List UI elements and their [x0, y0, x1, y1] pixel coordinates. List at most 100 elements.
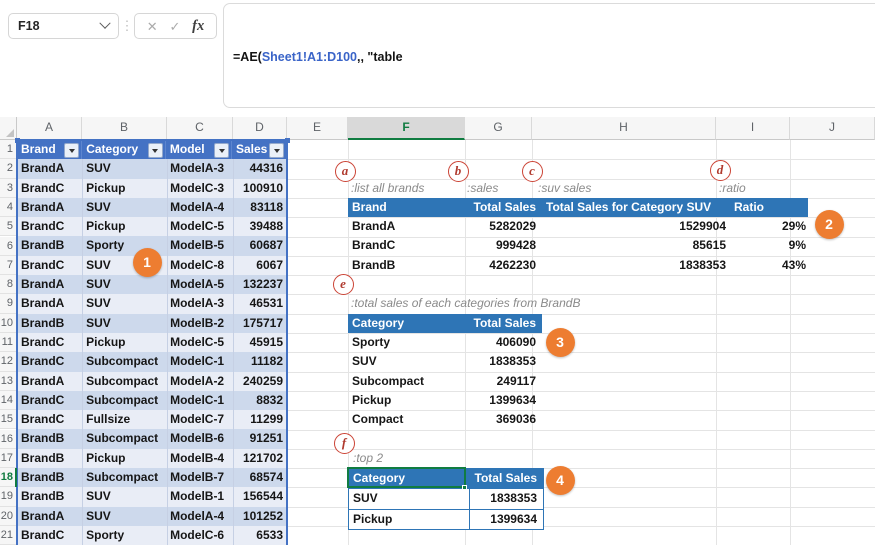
annotation-step-2: 2 [815, 210, 844, 239]
active-row-indicator [15, 468, 17, 487]
drag-dots-icon: ⋮ [121, 18, 134, 34]
formula-input[interactable]: =AE(Sheet1!A1:D100,, "table | where [Bra… [223, 3, 875, 108]
column-header-G[interactable]: G [465, 117, 532, 140]
column-header-label[interactable]: Ratio [730, 198, 808, 217]
cell[interactable]: 1399634 [469, 391, 542, 410]
cell[interactable]: 29% [732, 217, 812, 236]
row-header-4[interactable]: 4 [0, 198, 17, 217]
column-header-label[interactable]: Total Sales [469, 314, 542, 333]
row-header-8[interactable]: 8 [0, 275, 17, 294]
name-box-value: F18 [18, 19, 40, 33]
row-header-14[interactable]: 14 [0, 391, 17, 410]
cell[interactable]: Compact [348, 410, 469, 429]
column-header-A[interactable]: A [17, 117, 82, 140]
row-header-13[interactable]: 13 [0, 372, 17, 391]
cell[interactable]: Pickup [349, 510, 470, 529]
cell[interactable]: SUV [348, 352, 469, 371]
column-header-label[interactable]: Total Sales [470, 469, 543, 488]
category-summary-table: CategoryTotal SalesSporty406090SUV183835… [348, 314, 542, 430]
range-handle-top-right [285, 138, 290, 143]
annotation-letter-f: f [334, 433, 355, 454]
column-header-I[interactable]: I [716, 117, 790, 140]
cell[interactable]: 85615 [542, 236, 732, 255]
row-header-9[interactable]: 9 [0, 294, 17, 313]
cell[interactable]: 9% [732, 236, 812, 255]
cell[interactable]: 5282029 [469, 217, 542, 236]
row-header-17[interactable]: 17 [0, 449, 17, 468]
formula-buttons: ✕ ✓ fx [134, 13, 217, 39]
excel-window: F18 ⋮ ✕ ✓ fx =AE(Sheet1!A1:D100,, "table… [0, 0, 875, 545]
table-row[interactable]: Compact369036 [348, 410, 542, 429]
cell[interactable]: 43% [732, 256, 812, 275]
table-row[interactable]: Subcompact249117 [348, 372, 542, 391]
table-row[interactable]: BrandA5282029152990429% [348, 217, 812, 236]
cell[interactable]: BrandC [348, 236, 469, 255]
column-header-J[interactable]: J [790, 117, 875, 140]
cell[interactable]: Pickup [348, 391, 469, 410]
cell[interactable]: 4262230 [469, 256, 542, 275]
column-header-E[interactable]: E [287, 117, 348, 140]
table-row[interactable]: BrandC999428856159% [348, 236, 812, 255]
cell[interactable]: 1399634 [470, 510, 543, 529]
prompt-note: :list all brands [351, 179, 424, 198]
column-header-H[interactable]: H [532, 117, 716, 140]
cell[interactable]: Sporty [348, 333, 469, 352]
cell[interactable]: 1838353 [470, 489, 543, 508]
row-header-6[interactable]: 6 [0, 237, 17, 256]
cell[interactable]: 1529904 [542, 217, 732, 236]
column-header-C[interactable]: C [167, 117, 233, 140]
column-header-B[interactable]: B [82, 117, 167, 140]
table-row[interactable]: SUV1838353 [348, 352, 542, 371]
row-header-11[interactable]: 11 [0, 333, 17, 352]
row-header-16[interactable]: 16 [0, 430, 17, 449]
cancel-icon[interactable]: ✕ [147, 20, 158, 33]
table-row[interactable]: Pickup1399634 [349, 509, 543, 529]
row-header-21[interactable]: 21 [0, 526, 17, 545]
cell[interactable]: 999428 [469, 236, 542, 255]
column-header-D[interactable]: D [233, 117, 287, 140]
column-header-label[interactable]: Total Sales for Category SUV [542, 198, 730, 217]
column-header-label[interactable]: Category [348, 314, 469, 333]
formula-bar-splitter[interactable]: ⋮ [121, 13, 133, 39]
row-header-10[interactable]: 10 [0, 314, 17, 333]
insert-function-icon[interactable]: fx [192, 18, 204, 35]
prompt-note: :sales [467, 179, 498, 198]
table-row[interactable]: SUV1838353 [349, 488, 543, 508]
cell[interactable]: 1838353 [542, 256, 732, 275]
table-row[interactable]: Sporty406090 [348, 333, 542, 352]
prompt-note: :top 2 [353, 449, 383, 468]
select-all-triangle-icon [6, 129, 14, 137]
cell[interactable]: 1838353 [469, 352, 542, 371]
range-handle-top-left [15, 138, 20, 143]
range-highlight-border [16, 139, 288, 545]
fill-handle[interactable] [462, 485, 467, 490]
cell[interactable]: BrandA [348, 217, 469, 236]
row-header-19[interactable]: 19 [0, 487, 17, 506]
row-header-12[interactable]: 12 [0, 352, 17, 371]
enter-icon[interactable]: ✓ [169, 20, 180, 33]
range-reference: Sheet1!A1:D100 [262, 50, 357, 64]
column-header-label[interactable]: Brand [348, 198, 469, 217]
cell[interactable]: BrandB [348, 256, 469, 275]
row-header-7[interactable]: 7 [0, 256, 17, 275]
cell[interactable]: Subcompact [348, 372, 469, 391]
table-row[interactable]: BrandB4262230183835343% [348, 256, 812, 275]
name-box[interactable]: F18 [8, 13, 119, 39]
column-header-F[interactable]: F [348, 117, 465, 140]
cell[interactable]: SUV [349, 489, 470, 508]
row-header-20[interactable]: 20 [0, 507, 17, 526]
column-header-label[interactable]: Total Sales [469, 198, 542, 217]
category-summary-table-header-row: CategoryTotal Sales [348, 314, 542, 333]
row-header-2[interactable]: 2 [0, 159, 17, 178]
row-header-5[interactable]: 5 [0, 217, 17, 236]
chevron-down-icon[interactable] [99, 18, 110, 29]
annotation-letter-b: b [448, 161, 469, 182]
table-row[interactable]: Pickup1399634 [348, 391, 542, 410]
row-header-15[interactable]: 15 [0, 410, 17, 429]
row-header-3[interactable]: 3 [0, 179, 17, 198]
row-header-1[interactable]: 1 [0, 140, 17, 159]
cell[interactable]: 369036 [469, 410, 542, 429]
cell[interactable]: 249117 [469, 372, 542, 391]
active-cell-border [347, 467, 466, 489]
cell[interactable]: 406090 [469, 333, 542, 352]
